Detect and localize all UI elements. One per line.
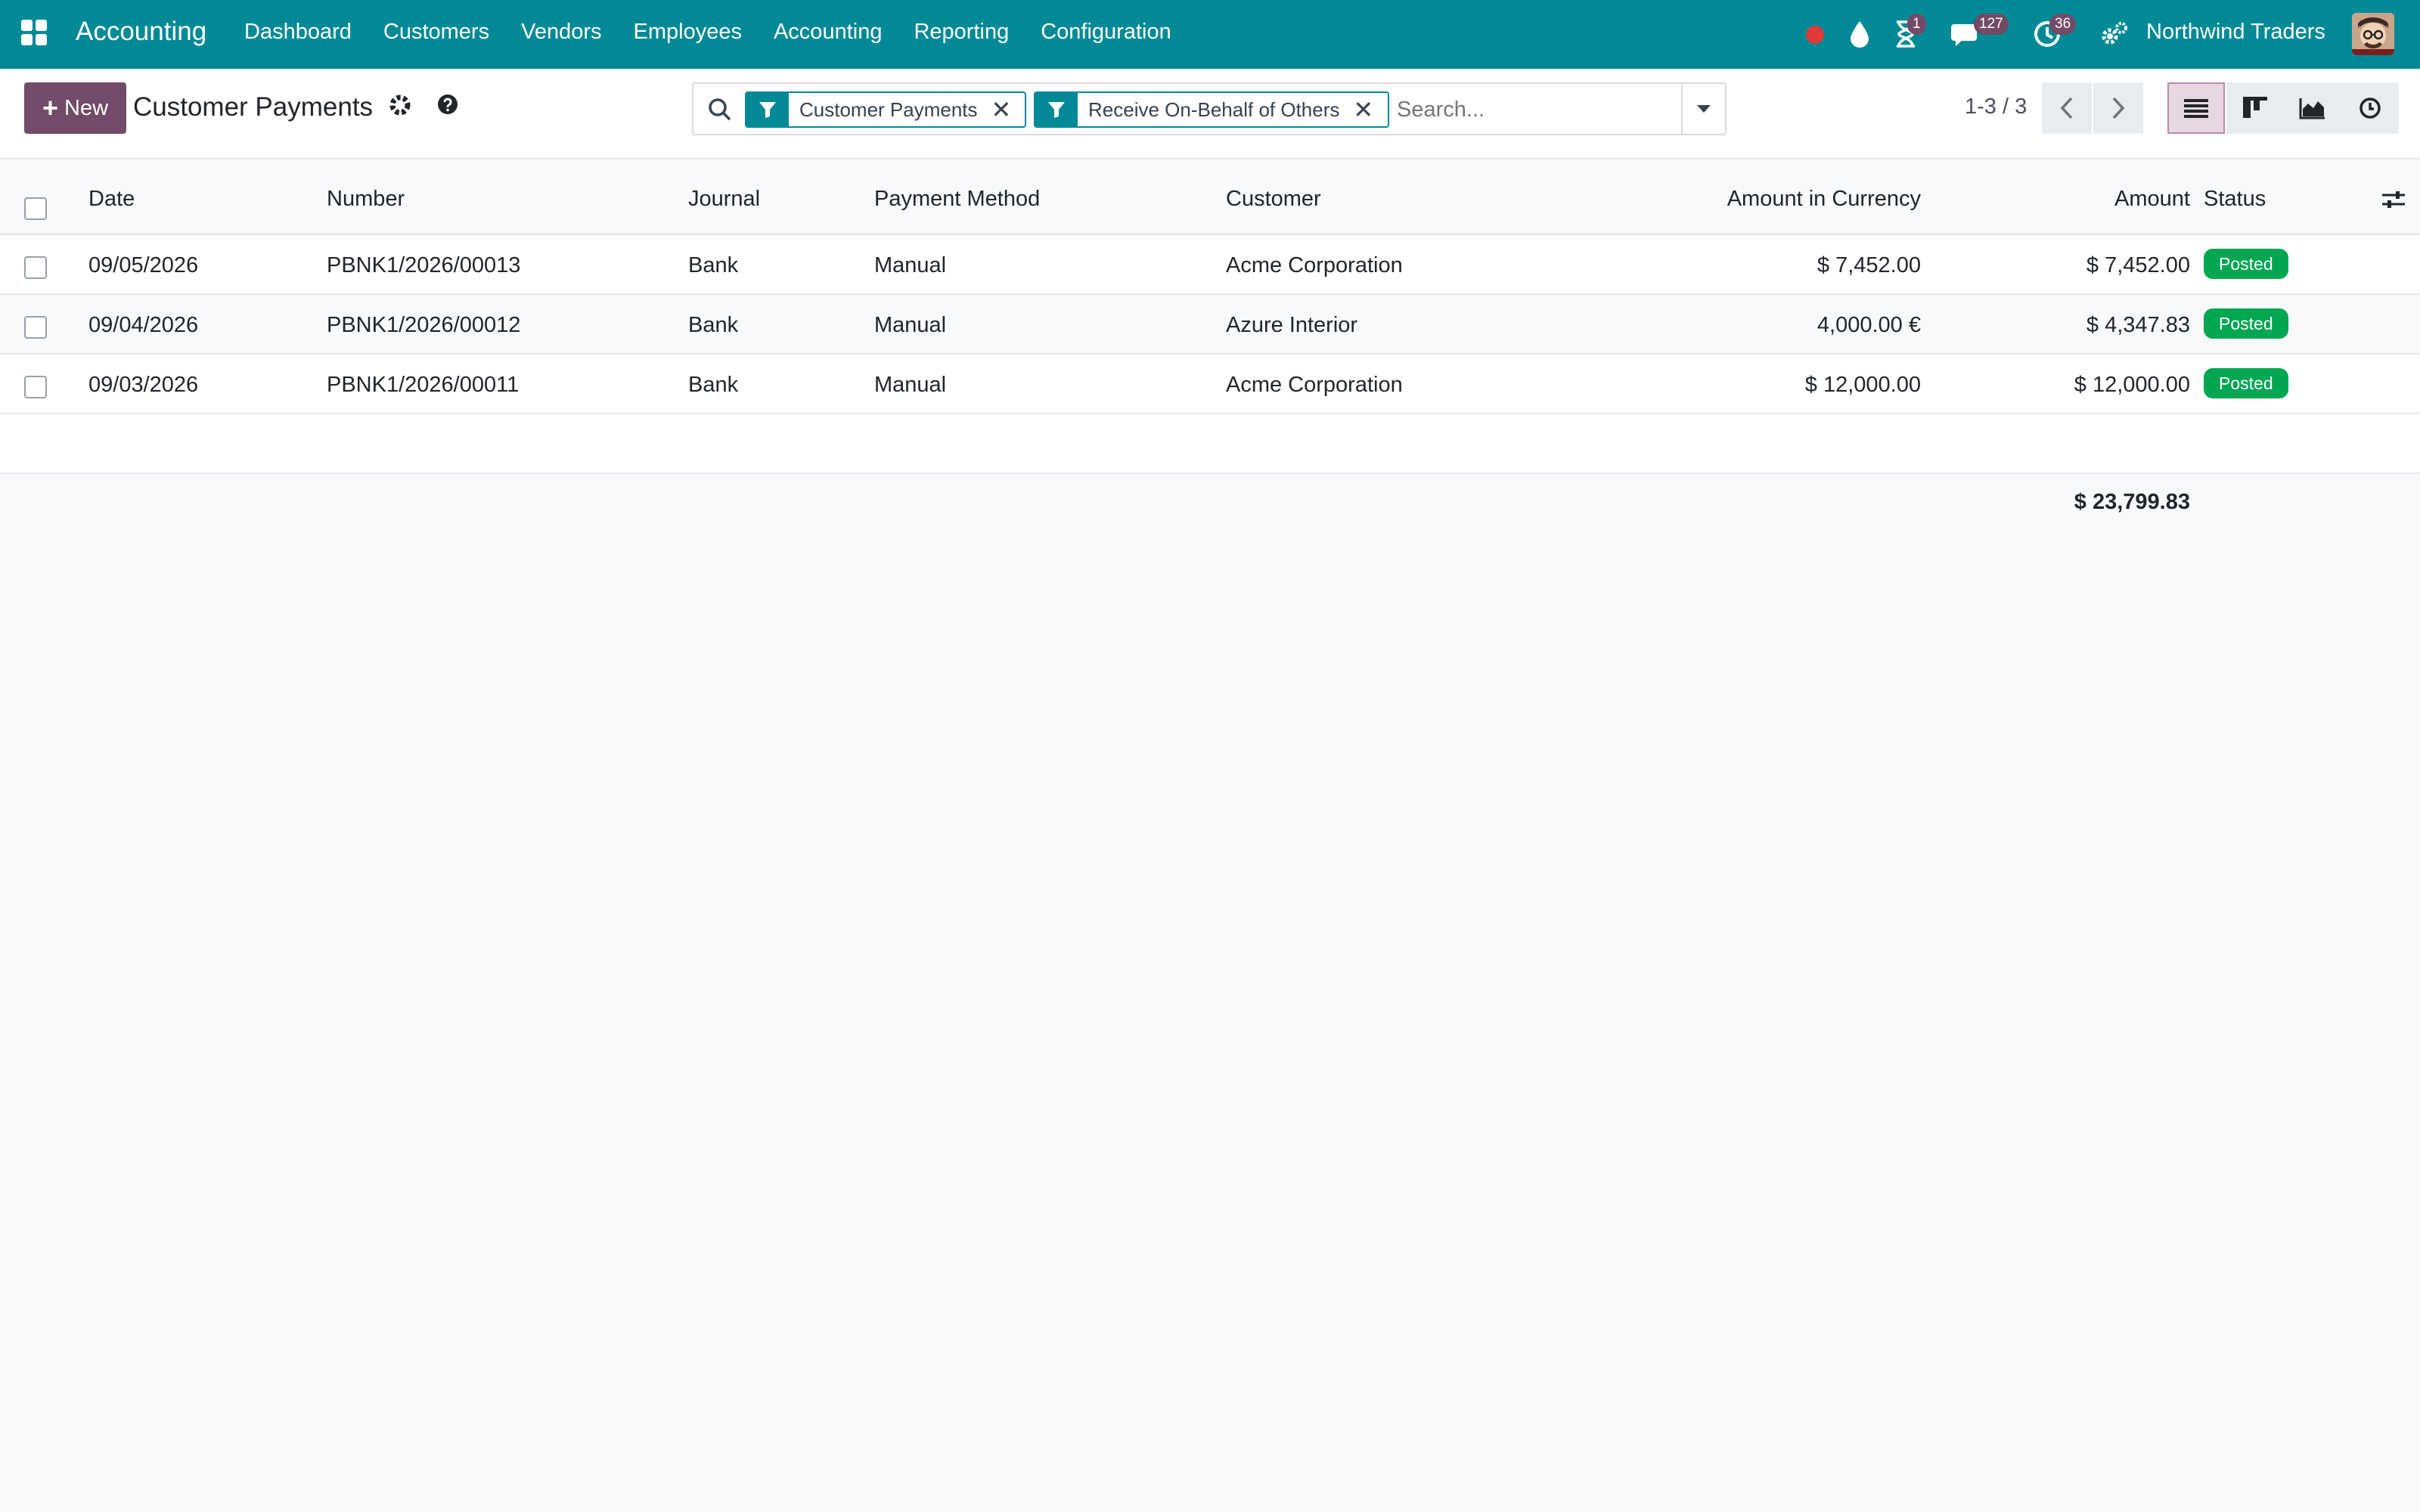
filter-facet-label: Customer Payments: [799, 98, 978, 121]
cell-number: PBNK1/2026/00012: [327, 313, 521, 337]
menu-item-vendors[interactable]: Vendors: [521, 20, 601, 45]
row-checkbox[interactable]: [24, 256, 47, 279]
close-icon[interactable]: ✕: [991, 93, 1022, 126]
cell-number: PBNK1/2026/00013: [327, 253, 521, 277]
clock-icon: [2360, 98, 2381, 119]
control-panel: + New Customer Payments Customer Payment…: [0, 69, 2420, 160]
column-header-customer[interactable]: Customer: [1226, 187, 1321, 212]
cell-amount: $ 7,452.00: [2086, 253, 2190, 277]
search-input[interactable]: [1397, 93, 1616, 126]
cell-amount: $ 12,000.00: [2074, 373, 2190, 397]
pager-next-button[interactable]: [2093, 82, 2143, 134]
select-all-checkbox[interactable]: [24, 197, 47, 220]
list-view-button[interactable]: [2167, 82, 2225, 134]
column-header-amount[interactable]: Amount: [1888, 187, 2190, 212]
column-header-journal[interactable]: Journal: [688, 187, 760, 212]
filter-facet-customer-payments[interactable]: Customer Payments ✕: [745, 91, 1026, 128]
menu-item-dashboard[interactable]: Dashboard: [244, 20, 352, 45]
cell-payment-method: Manual: [874, 373, 947, 397]
cell-amount-currency: 4,000.00 €: [1817, 313, 1921, 337]
graph-view-button[interactable]: [2284, 82, 2341, 134]
empty-row: [0, 414, 2420, 474]
company-switcher[interactable]: Northwind Traders: [2146, 20, 2325, 45]
table-row[interactable]: 09/05/2026 PBNK1/2026/00013 Bank Manual …: [0, 235, 2420, 295]
user-avatar[interactable]: [2352, 13, 2394, 55]
new-button[interactable]: + New: [24, 82, 126, 134]
app-name[interactable]: Accounting: [76, 17, 206, 47]
menu-item-employees[interactable]: Employees: [634, 20, 742, 45]
cell-date: 09/05/2026: [88, 253, 199, 277]
messages-badge: 127: [1974, 14, 2009, 35]
close-icon[interactable]: ✕: [1353, 93, 1384, 126]
chevron-right-icon: [2112, 97, 2125, 119]
kanban-icon: [2243, 97, 2267, 118]
plus-icon: +: [42, 92, 58, 123]
cell-date: 09/04/2026: [88, 313, 199, 337]
search-icon[interactable]: [707, 97, 733, 126]
timer-badge: 36: [2049, 14, 2077, 35]
search-bar: Customer Payments ✕ Receive On-Behalf of…: [692, 82, 1727, 135]
status-badge: Posted: [2204, 308, 2288, 339]
filter-facet-on-behalf[interactable]: Receive On-Behalf of Others ✕: [1034, 91, 1389, 128]
table-row[interactable]: 09/04/2026 PBNK1/2026/00012 Bank Manual …: [0, 295, 2420, 355]
cell-amount-currency: $ 7,452.00: [1817, 253, 1921, 277]
cell-amount: $ 4,347.83: [2086, 313, 2190, 337]
cell-customer: Acme Corporation: [1226, 373, 1403, 397]
pager-previous-button[interactable]: [2042, 82, 2092, 134]
column-header-date[interactable]: Date: [88, 187, 135, 212]
cell-amount-currency: $ 12,000.00: [1804, 373, 1921, 397]
actions-gear-icon[interactable]: [389, 94, 411, 120]
status-badge: Posted: [2204, 368, 2288, 398]
optional-columns-icon[interactable]: [2382, 190, 2405, 213]
column-header-payment-method[interactable]: Payment Method: [874, 187, 1040, 212]
activities-badge: 1: [1907, 14, 1926, 35]
top-navbar: Accounting Dashboard Customers Vendors E…: [0, 0, 2420, 69]
main-menu: Dashboard Customers Vendors Employees Ac…: [244, 20, 1203, 45]
column-header-amount-currency[interactable]: Amount in Currency: [1618, 187, 1921, 212]
page-title: Customer Payments: [133, 92, 374, 122]
cell-payment-method: Manual: [874, 313, 947, 337]
kanban-view-button[interactable]: [2226, 82, 2284, 134]
caret-down-icon: [1697, 105, 1711, 113]
table-row[interactable]: 09/03/2026 PBNK1/2026/00011 Bank Manual …: [0, 355, 2420, 414]
filter-icon: [1035, 93, 1078, 126]
cell-number: PBNK1/2026/00011: [327, 373, 520, 397]
activity-view-button[interactable]: [2341, 82, 2399, 134]
row-checkbox[interactable]: [24, 316, 47, 339]
help-icon[interactable]: [437, 94, 458, 119]
payments-list: Date Number Journal Payment Method Custo…: [0, 160, 2420, 474]
filter-facet-label: Receive On-Behalf of Others: [1088, 98, 1340, 121]
menu-item-customers[interactable]: Customers: [383, 20, 489, 45]
cell-date: 09/03/2026: [88, 373, 199, 397]
new-button-label: New: [64, 95, 109, 120]
cell-customer: Azure Interior: [1226, 313, 1358, 337]
cell-payment-method: Manual: [874, 253, 947, 277]
column-header-number[interactable]: Number: [327, 187, 405, 212]
chevron-left-icon: [2060, 97, 2073, 119]
cell-journal: Bank: [688, 313, 739, 337]
status-badge: Posted: [2204, 249, 2288, 279]
menu-item-reporting[interactable]: Reporting: [914, 20, 1009, 45]
row-checkbox[interactable]: [24, 376, 47, 398]
cell-journal: Bank: [688, 253, 739, 277]
area-chart-icon: [2299, 98, 2325, 119]
cell-journal: Bank: [688, 373, 739, 397]
menu-item-accounting[interactable]: Accounting: [774, 20, 883, 45]
cell-customer: Acme Corporation: [1226, 253, 1403, 277]
search-options-toggle[interactable]: [1681, 84, 1725, 134]
column-header-status[interactable]: Status: [2204, 187, 2266, 212]
list-icon: [2184, 99, 2208, 118]
filter-icon: [746, 93, 789, 126]
pager-value[interactable]: 1-3 / 3: [1965, 94, 2027, 119]
menu-item-configuration[interactable]: Configuration: [1041, 20, 1171, 45]
app-switcher-icon[interactable]: [21, 20, 48, 47]
table-header: Date Number Journal Payment Method Custo…: [0, 160, 2420, 235]
amount-total: $ 23,799.83: [2074, 490, 2190, 514]
